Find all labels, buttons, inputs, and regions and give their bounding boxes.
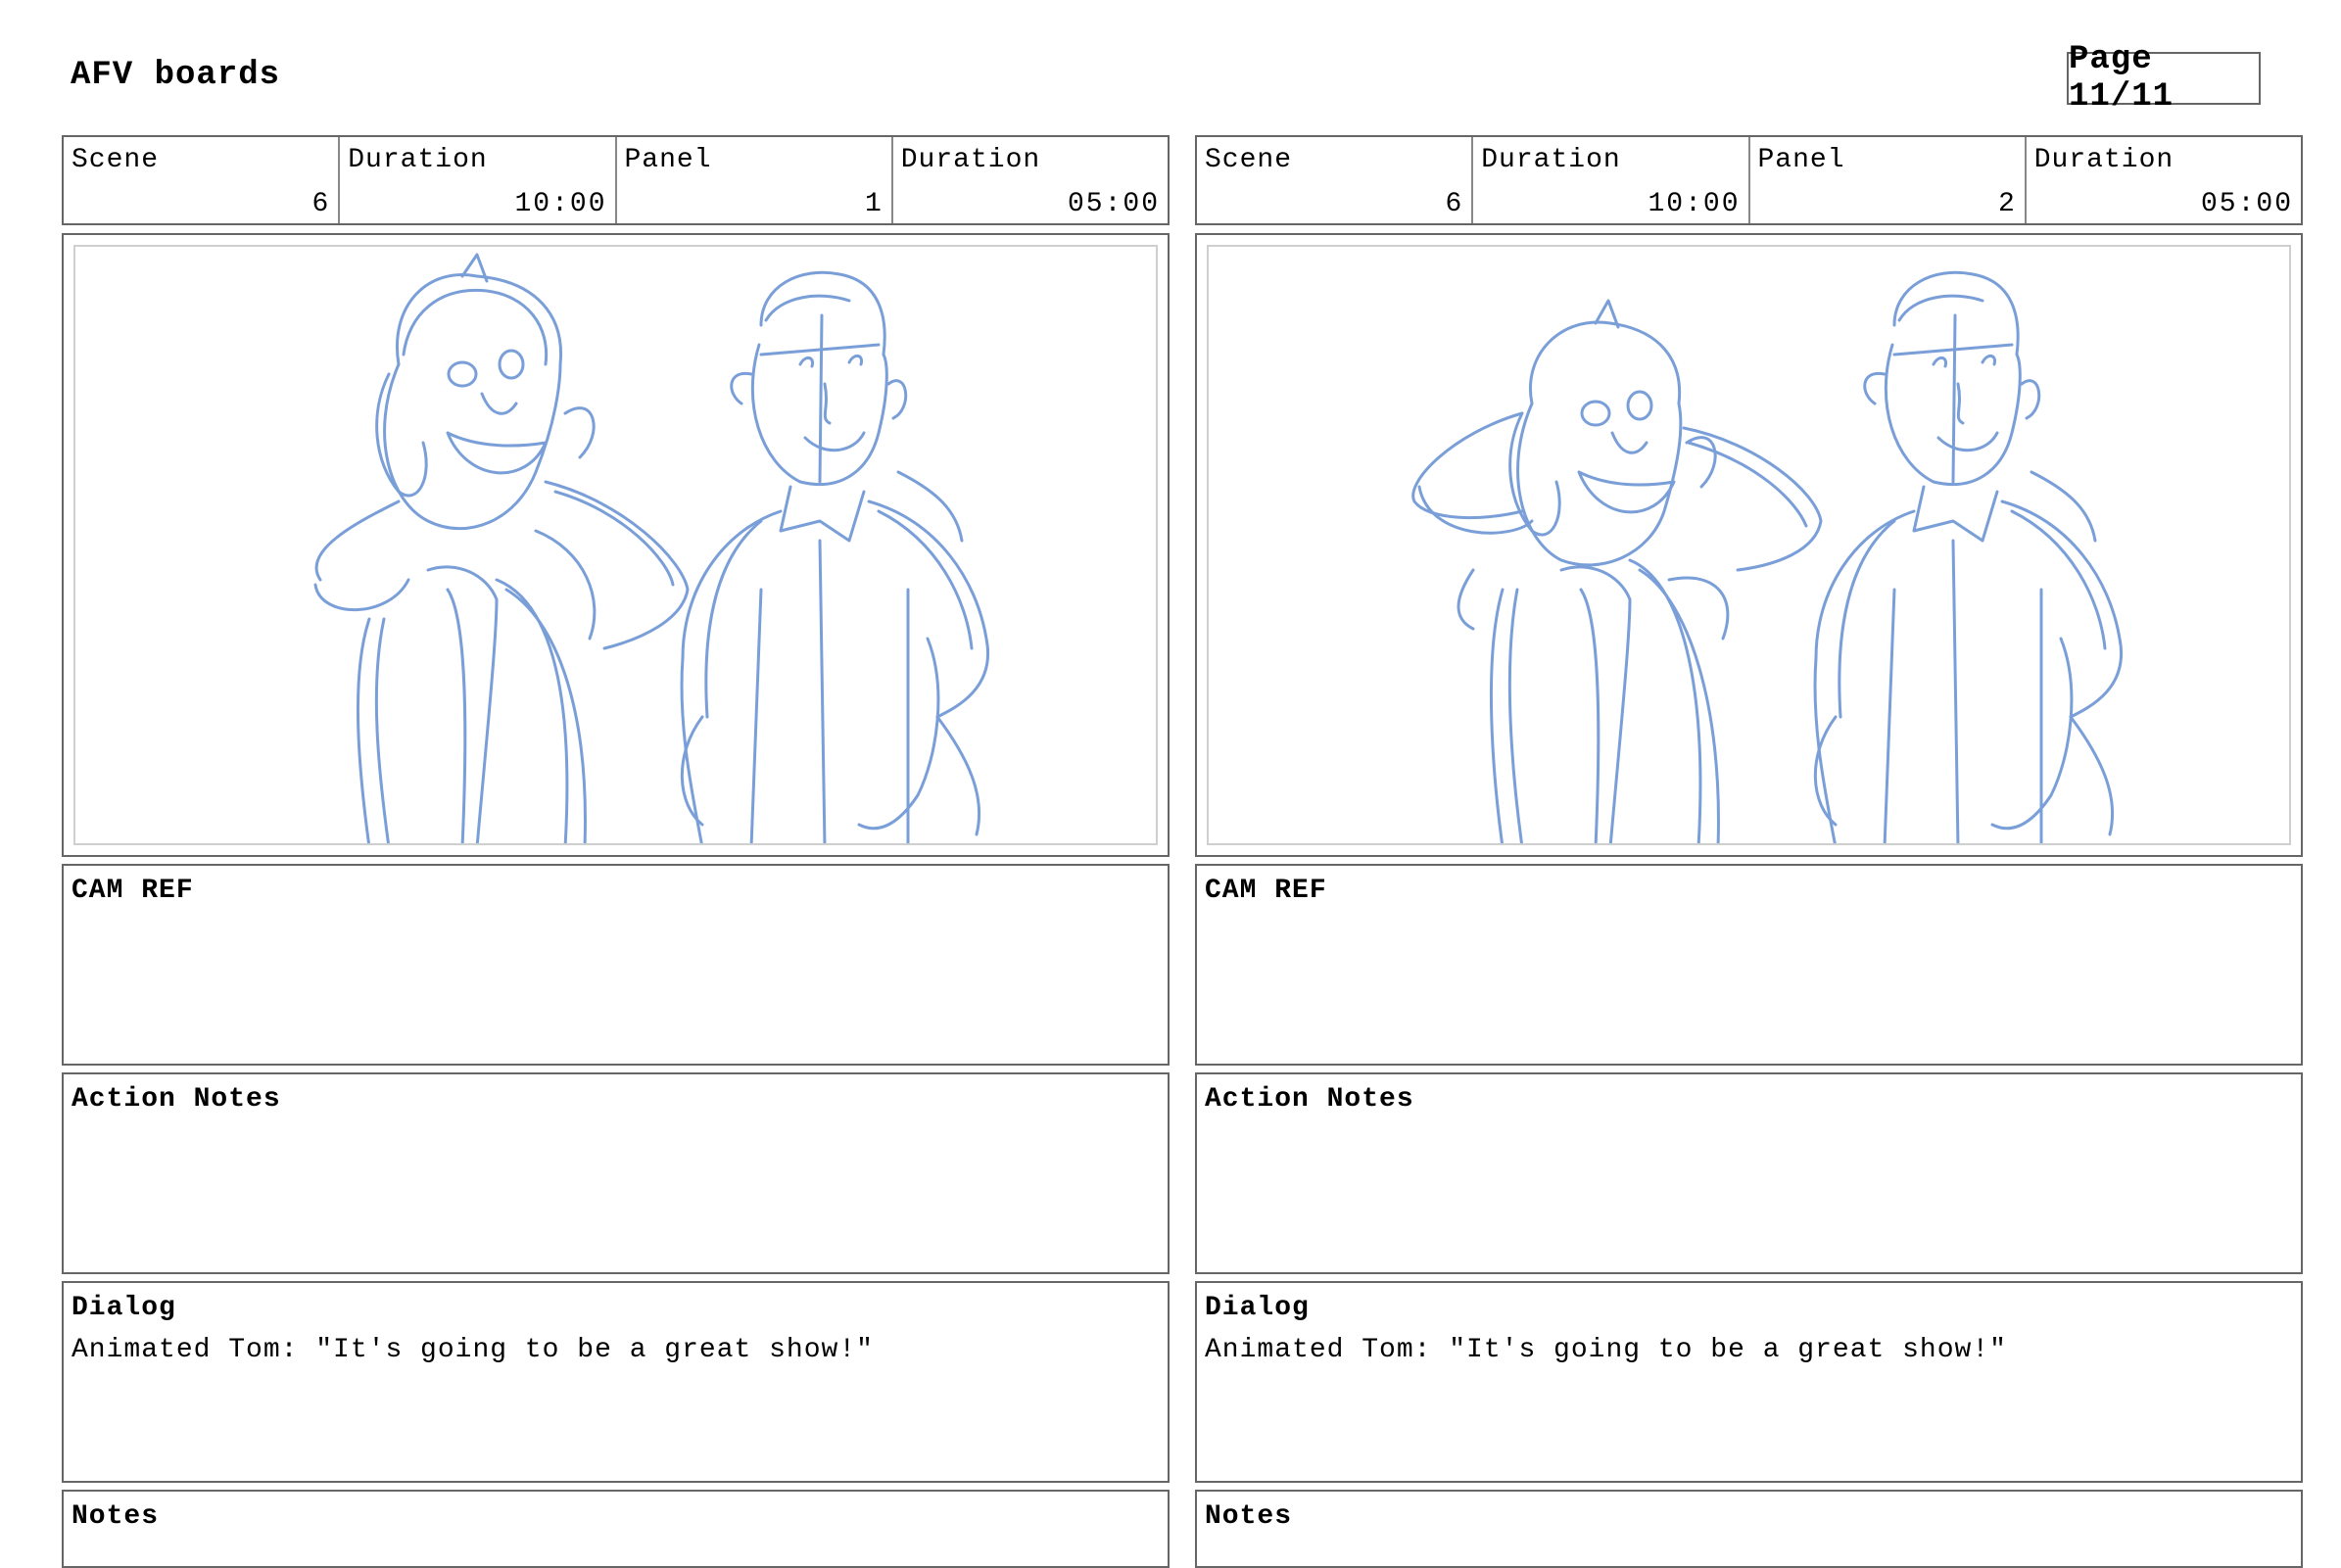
scene-duration-value[interactable]: 10:00: [1648, 189, 1740, 219]
action-notes-label: Action Notes: [1205, 1084, 1414, 1115]
action-notes-label: Action Notes: [72, 1084, 281, 1115]
cam-ref-field[interactable]: CAM REF: [1195, 864, 2303, 1066]
sketch-canvas: [73, 245, 1158, 845]
panel-meta-row: Scene 6 Duration 10:00 Panel 2 Duration …: [1195, 135, 2303, 225]
action-notes-field[interactable]: Action Notes: [62, 1072, 1170, 1274]
document-title: AFV boards: [71, 57, 281, 94]
storyboard-frame[interactable]: [1195, 233, 2303, 857]
notes-label: Notes: [72, 1501, 160, 1532]
panel-duration-label: Duration: [2033, 145, 2174, 175]
notes-field[interactable]: Notes: [1195, 1490, 2303, 1568]
panel-number-cell: Panel 2: [1750, 137, 2027, 223]
panel-duration-value[interactable]: 05:00: [2201, 189, 2293, 219]
notes-field[interactable]: Notes: [62, 1490, 1170, 1568]
storyboard-panel-2: Scene 6 Duration 10:00 Panel 2 Duration …: [1195, 135, 2303, 1568]
scene-duration-label: Duration: [348, 145, 488, 175]
scene-value[interactable]: 6: [311, 189, 330, 219]
storyboard-panel-1: Scene 6 Duration 10:00 Panel 1 Duration …: [62, 135, 1170, 1568]
panel-duration-value[interactable]: 05:00: [1068, 189, 1160, 219]
scene-value[interactable]: 6: [1445, 189, 1463, 219]
panel-duration-label: Duration: [900, 145, 1041, 175]
scene-label: Scene: [1205, 145, 1293, 175]
storyboard-sketch-image: [313, 253, 990, 843]
panel-value[interactable]: 1: [865, 189, 884, 219]
scene-duration-cell: Duration 10:00: [1473, 137, 1750, 223]
scene-duration-cell: Duration 10:00: [340, 137, 617, 223]
dialog-field[interactable]: Dialog Animated Tom: "It's going to be a…: [1195, 1281, 2303, 1483]
notes-label: Notes: [1205, 1501, 1293, 1532]
scene-cell: Scene 6: [64, 137, 341, 223]
cam-ref-label: CAM REF: [72, 876, 194, 906]
scene-duration-label: Duration: [1481, 145, 1621, 175]
scene-cell: Scene 6: [1197, 137, 1474, 223]
panel-duration-cell: Duration 05:00: [893, 137, 1168, 223]
panel-number-cell: Panel 1: [617, 137, 893, 223]
page-number: Page 11/11: [2067, 41, 2261, 116]
dialog-field[interactable]: Dialog Animated Tom: "It's going to be a…: [62, 1281, 1170, 1483]
panel-label: Panel: [1757, 145, 1845, 175]
sketch-canvas: [1207, 245, 2291, 845]
panel-label: Panel: [624, 145, 712, 175]
dialog-text: Animated Tom: "It's going to be a great …: [72, 1335, 874, 1365]
cam-ref-field[interactable]: CAM REF: [62, 864, 1170, 1066]
dialog-text: Animated Tom: "It's going to be a great …: [1205, 1335, 2007, 1365]
panel-duration-cell: Duration 05:00: [2027, 137, 2301, 223]
scene-label: Scene: [72, 145, 160, 175]
action-notes-field[interactable]: Action Notes: [1195, 1072, 2303, 1274]
dialog-label: Dialog: [1205, 1293, 1310, 1323]
panel-meta-row: Scene 6 Duration 10:00 Panel 1 Duration …: [62, 135, 1170, 225]
cam-ref-label: CAM REF: [1205, 876, 1327, 906]
storyboard-frame[interactable]: [62, 233, 1170, 857]
scene-duration-value[interactable]: 10:00: [514, 189, 606, 219]
panel-value[interactable]: 2: [1998, 189, 2017, 219]
storyboard-sketch-image: [1411, 270, 2124, 843]
dialog-label: Dialog: [72, 1293, 176, 1323]
